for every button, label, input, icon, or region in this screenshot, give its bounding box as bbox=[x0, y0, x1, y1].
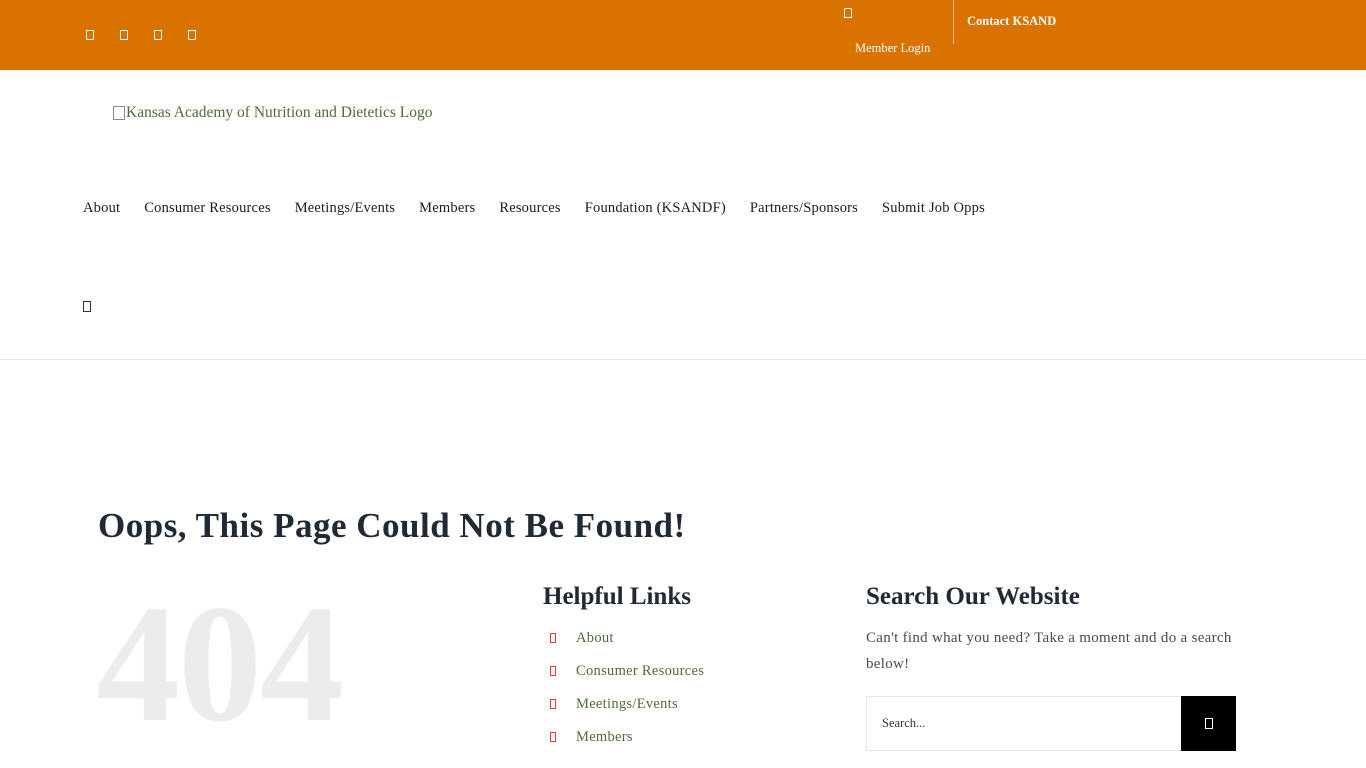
member-login-label: Member Login bbox=[855, 41, 931, 55]
logo-alt-text: Kansas Academy of Nutrition and Dietetic… bbox=[126, 104, 433, 121]
page-title: Oops, This Page Could Not Be Found! bbox=[98, 506, 686, 545]
search-input[interactable] bbox=[867, 697, 1182, 750]
helpful-links-heading: Helpful Links bbox=[543, 583, 691, 610]
instagram-icon[interactable] bbox=[185, 28, 198, 42]
nav-item-members[interactable]: Members bbox=[419, 200, 475, 217]
nav-item-meetings-events[interactable]: Meetings/Events bbox=[295, 200, 395, 217]
nav-item-about[interactable]: About bbox=[83, 200, 120, 217]
chevron-right-icon bbox=[550, 699, 556, 709]
chevron-right-icon bbox=[550, 666, 556, 676]
social-links bbox=[83, 28, 198, 42]
site-logo[interactable]: Kansas Academy of Nutrition and Dietetic… bbox=[113, 104, 432, 122]
nav-item-submit-job-opps[interactable]: Submit Job Opps bbox=[882, 200, 985, 217]
helpful-links-list: About Consumer Resources Meetings/Events… bbox=[550, 629, 704, 754]
facebook-icon[interactable] bbox=[83, 28, 96, 42]
search-heading: Search Our Website bbox=[866, 583, 1080, 610]
search-box bbox=[866, 696, 1182, 751]
nav-item-partners-sponsors[interactable]: Partners/Sponsors bbox=[750, 200, 858, 217]
nav-item-resources[interactable]: Resources bbox=[499, 200, 560, 217]
list-item: About bbox=[550, 621, 704, 655]
helpful-link-about[interactable]: About bbox=[576, 630, 614, 647]
nav-item-foundation[interactable]: Foundation (KSANDF) bbox=[585, 200, 726, 217]
chevron-right-icon bbox=[550, 732, 556, 742]
helpful-link-meetings-events[interactable]: Meetings/Events bbox=[576, 696, 678, 713]
header-divider bbox=[0, 359, 1366, 360]
helpful-link-members[interactable]: Members bbox=[576, 729, 633, 746]
main-nav: About Consumer Resources Meetings/Events… bbox=[83, 200, 1009, 217]
search-description: Can't find what you need? Take a moment … bbox=[866, 630, 1232, 672]
broken-image-icon bbox=[113, 106, 125, 120]
chevron-right-icon bbox=[550, 633, 556, 643]
contact-link[interactable]: Contact KSAND bbox=[967, 14, 1056, 29]
nav-item-consumer-resources[interactable]: Consumer Resources bbox=[144, 200, 270, 217]
linkedin-icon[interactable] bbox=[151, 28, 164, 42]
search-icon bbox=[1204, 718, 1213, 729]
helpful-link-consumer-resources[interactable]: Consumer Resources bbox=[576, 663, 704, 680]
search-button[interactable] bbox=[1181, 696, 1236, 751]
member-login-link[interactable]: Member Login bbox=[843, 0, 953, 70]
list-item: Meetings/Events bbox=[550, 687, 704, 721]
error-code: 404 bbox=[96, 571, 344, 757]
list-item: Members bbox=[550, 720, 704, 754]
list-item: Consumer Resources bbox=[550, 654, 704, 688]
twitter-icon[interactable] bbox=[117, 28, 130, 42]
top-bar: Member Login Contact KSAND bbox=[0, 0, 1366, 70]
user-icon bbox=[844, 8, 852, 18]
topbar-divider bbox=[953, 0, 954, 44]
nav-search-icon[interactable] bbox=[83, 301, 91, 312]
